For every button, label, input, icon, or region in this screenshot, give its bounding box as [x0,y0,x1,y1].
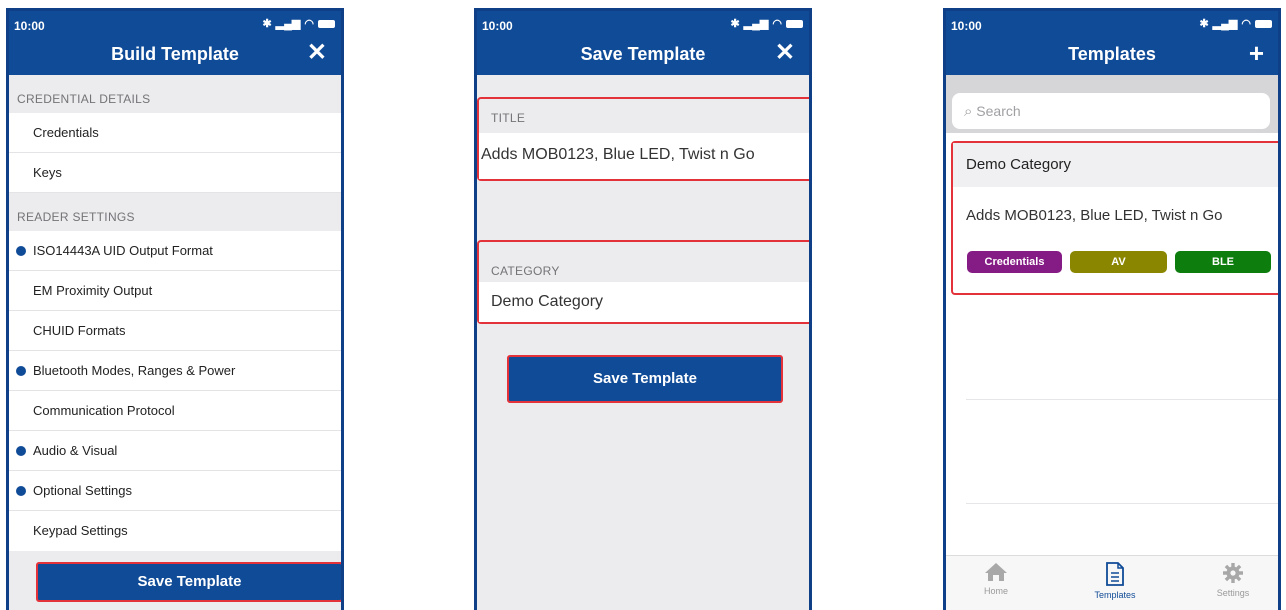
divider [966,399,1278,400]
wifi-icon: ◠ [772,18,782,30]
status-icons: ✱ ▂▄▆ ◠ [1199,17,1272,30]
template-name: Adds MOB0123, Blue LED, Twist n Go [966,207,1223,224]
modified-dot-icon [16,486,26,496]
list-item-label: CHUID Formats [33,323,126,338]
category-header: Demo Category [953,143,1278,187]
list-item-keypad-settings[interactable]: Keypad Settings [9,511,341,551]
title-field[interactable]: Adds MOB0123, Blue LED, Twist n Go [479,133,809,179]
gear-icon [1223,563,1243,583]
list-item-label: Keypad Settings [33,523,128,538]
list-item-iso14443a[interactable]: ISO14443A UID Output Format [9,231,341,271]
tag-ble: BLE [1175,251,1271,273]
signal-icon: ▂▄▆ [275,18,301,30]
build-template-screen: 10:00 ✱ ▂▄▆ ◠ Build Template ✕ CREDENTIA… [6,8,344,610]
list-item-label: Communication Protocol [33,403,175,418]
tab-label: Templates [1094,590,1136,600]
page-title: Templates [1068,44,1156,64]
navigation-bar: 10:00 ✱ ▂▄▆ ◠ Build Template ✕ [9,11,341,75]
list-item-label: Optional Settings [33,483,133,498]
close-icon[interactable]: ✕ [307,39,327,67]
category-label: CATEGORY [491,264,560,278]
save-template-button[interactable]: Save Template [36,562,341,602]
list-item-chuid[interactable]: CHUID Formats [9,311,341,351]
wifi-icon: ◠ [304,18,314,30]
signal-icon: ▂▄▆ [743,18,769,30]
list-item-label: Bluetooth Modes, Ranges & Power [33,363,236,378]
list-item-label: Audio & Visual [33,443,118,458]
status-time: 10:00 [482,19,513,33]
list-item-bluetooth[interactable]: Bluetooth Modes, Ranges & Power [9,351,341,391]
bluetooth-icon: ✱ [730,18,740,30]
list-item-optional-settings[interactable]: Optional Settings [9,471,341,511]
status-bar: 10:00 ✱ ▂▄▆ ◠ [14,17,335,35]
tab-label: Settings [1216,588,1250,598]
modified-dot-icon [16,446,26,456]
template-card[interactable]: Demo Category Adds MOB0123, Blue LED, Tw… [951,141,1278,295]
section-header-reader-settings: READER SETTINGS [9,193,341,231]
tab-home[interactable]: Home [961,562,1031,596]
category-field-group: CATEGORY Demo Category [477,240,809,324]
tab-bar: Home Templates Settings [946,555,1278,610]
category-field[interactable]: Demo Category [479,282,809,322]
divider [966,503,1278,504]
save-template-screen: 10:00 ✱ ▂▄▆ ◠ Save Template ✕ TITLE Adds… [474,8,812,610]
title-label: TITLE [491,111,526,125]
status-icons: ✱ ▂▄▆ ◠ [262,17,335,30]
search-bar-container: ⌕ Search [946,75,1278,133]
status-time: 10:00 [14,19,45,33]
page-title: Save Template [580,44,706,64]
battery-icon [786,19,803,28]
list-item-audio-visual[interactable]: Audio & Visual [9,431,341,471]
page-title: Build Template [111,44,239,64]
tag-row: Credentials AV BLE [967,251,1278,273]
plus-icon[interactable]: + [1249,39,1264,67]
tag-av: AV [1070,251,1167,273]
templates-screen: 10:00 ✱ ▂▄▆ ◠ Templates + ⌕ Search Demo … [943,8,1281,610]
list-item-keys[interactable]: Keys [9,153,341,193]
search-input[interactable]: ⌕ Search [952,93,1270,129]
battery-icon [1255,19,1272,28]
modified-dot-icon [16,366,26,376]
navigation-bar: 10:00 ✱ ▂▄▆ ◠ Templates + [946,11,1278,75]
battery-icon [318,19,335,28]
status-time: 10:00 [951,19,982,33]
modified-dot-icon [16,246,26,256]
list-item-label: EM Proximity Output [33,283,153,298]
close-icon[interactable]: ✕ [775,39,795,67]
save-template-button[interactable]: Save Template [507,355,783,403]
tab-label: Home [983,586,1008,596]
status-icons: ✱ ▂▄▆ ◠ [730,17,803,30]
tab-settings[interactable]: Settings [1198,562,1268,598]
tab-templates[interactable]: Templates [1080,562,1150,600]
tag-credentials: Credentials [967,251,1062,273]
list-item-credentials[interactable]: Credentials [9,113,341,153]
document-icon [1106,562,1124,586]
bluetooth-icon: ✱ [262,18,272,30]
search-icon: ⌕ [964,103,973,120]
status-bar: 10:00 ✱ ▂▄▆ ◠ [951,17,1272,35]
title-field-group: TITLE Adds MOB0123, Blue LED, Twist n Go [477,97,809,181]
search-placeholder: Search [976,103,1021,119]
list-item-label: Credentials [33,125,99,140]
list-item-label: ISO14443A UID Output Format [33,243,213,258]
bluetooth-icon: ✱ [1199,18,1209,30]
navigation-bar: 10:00 ✱ ▂▄▆ ◠ Save Template ✕ [477,11,809,75]
section-header-credential-details: CREDENTIAL DETAILS [9,75,341,113]
list-item-label: Keys [33,165,62,180]
wifi-icon: ◠ [1241,18,1251,30]
list-item-communication[interactable]: Communication Protocol [9,391,341,431]
list-item-em-proximity[interactable]: EM Proximity Output [9,271,341,311]
status-bar: 10:00 ✱ ▂▄▆ ◠ [482,17,803,35]
home-icon [985,563,1007,581]
signal-icon: ▂▄▆ [1212,18,1238,30]
